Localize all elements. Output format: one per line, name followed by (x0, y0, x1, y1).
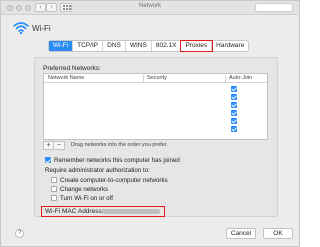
mac-address-value-redacted (102, 209, 160, 214)
column-network-name[interactable]: Network Name (48, 75, 84, 81)
auto-join-checkbox[interactable] (231, 118, 237, 124)
create-networks-checkbox[interactable] (51, 177, 57, 183)
preferred-networks-label: Preferred Networks: (43, 65, 101, 72)
help-button[interactable]: ? (15, 229, 24, 238)
wifi-icon (13, 22, 29, 35)
service-name: Wi-Fi (32, 24, 51, 33)
turn-wifi-checkbox[interactable] (51, 195, 57, 201)
preferred-networks-table[interactable]: Network Name Security Auto-Join (43, 73, 268, 140)
network-preferences-window: ‹ › Network Wi-Fi Wi-Fi TCP/IP DNS WINS … (0, 0, 300, 247)
tab-tcpip[interactable]: TCP/IP (73, 41, 104, 51)
add-network-button[interactable]: + (44, 142, 54, 149)
cancel-button[interactable]: Cancel (226, 228, 256, 239)
ok-button[interactable]: OK (263, 228, 293, 239)
column-security[interactable]: Security (147, 75, 167, 81)
auto-join-checkbox[interactable] (231, 126, 237, 132)
column-divider (225, 75, 226, 82)
remove-network-button[interactable]: − (54, 142, 64, 149)
tab-hardware[interactable]: Hardware (212, 41, 248, 51)
turn-wifi-label: Turn Wi-Fi on or off (60, 195, 113, 202)
tab-8021x[interactable]: 802.1X (152, 41, 182, 51)
tab-wins[interactable]: WINS (126, 41, 152, 51)
auto-join-checkbox[interactable] (231, 94, 237, 100)
auto-join-checkbox[interactable] (231, 102, 237, 108)
tab-bar: Wi-Fi TCP/IP DNS WINS 802.1X Proxies Har… (48, 40, 250, 52)
auto-join-checkbox[interactable] (231, 110, 237, 116)
require-admin-label: Require administrator authorization to: (45, 167, 150, 174)
title-bar: ‹ › Network (1, 1, 299, 15)
search-field[interactable] (255, 3, 293, 12)
add-remove-controls: + − (43, 141, 65, 150)
column-divider (143, 75, 144, 82)
change-networks-label: Change networks (60, 186, 109, 193)
remember-networks-checkbox[interactable] (45, 157, 51, 163)
table-header: Network Name Security Auto-Join (44, 74, 267, 83)
tab-wifi[interactable]: Wi-Fi (49, 41, 74, 51)
mac-address-label: Wi-Fi MAC Address: (45, 208, 104, 215)
create-networks-label: Create computer-to-computer networks (60, 177, 168, 184)
tab-proxies[interactable]: Proxies (180, 40, 214, 52)
change-networks-checkbox[interactable] (51, 186, 57, 192)
drag-hint: Drag networks into the order you prefer. (71, 142, 168, 148)
auto-join-checkbox[interactable] (231, 86, 237, 92)
remember-networks-label: Remember networks this computer has join… (54, 157, 180, 164)
column-auto-join[interactable]: Auto-Join (229, 75, 252, 81)
tab-dns[interactable]: DNS (103, 41, 126, 51)
